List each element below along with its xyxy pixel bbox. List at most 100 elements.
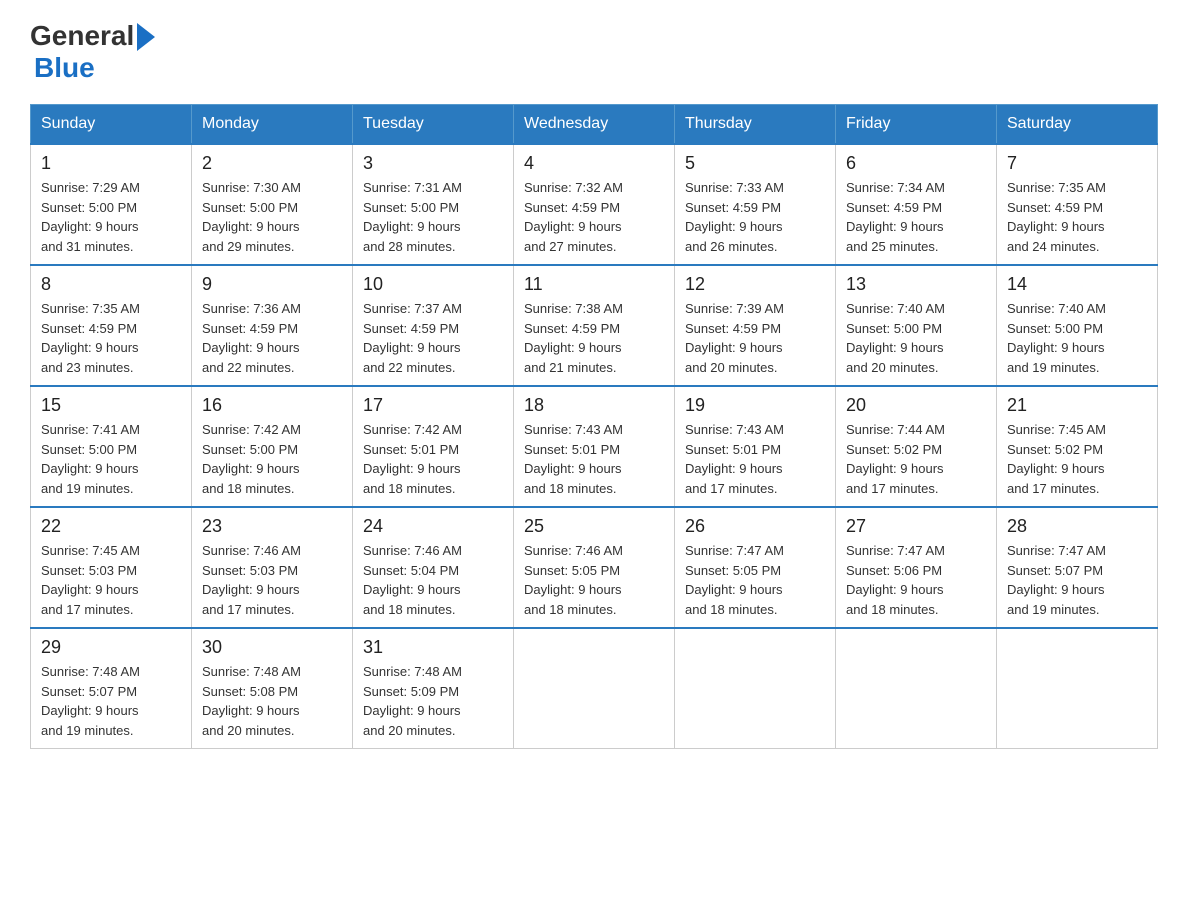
logo-general-text: General (30, 20, 134, 52)
calendar-cell: 15 Sunrise: 7:41 AMSunset: 5:00 PMDayligh… (31, 386, 192, 507)
day-number: 23 (202, 516, 342, 537)
day-number: 29 (41, 637, 181, 658)
calendar-cell (997, 628, 1158, 749)
day-info: Sunrise: 7:42 AMSunset: 5:01 PMDaylight:… (363, 420, 503, 498)
calendar-cell: 2 Sunrise: 7:30 AMSunset: 5:00 PMDaylight… (192, 144, 353, 265)
day-number: 5 (685, 153, 825, 174)
calendar-week-row: 29 Sunrise: 7:48 AMSunset: 5:07 PMDayligh… (31, 628, 1158, 749)
calendar-cell: 29 Sunrise: 7:48 AMSunset: 5:07 PMDayligh… (31, 628, 192, 749)
day-number: 31 (363, 637, 503, 658)
day-info: Sunrise: 7:48 AMSunset: 5:08 PMDaylight:… (202, 662, 342, 740)
day-info: Sunrise: 7:33 AMSunset: 4:59 PMDaylight:… (685, 178, 825, 256)
calendar-cell: 7Sunrise: 7:35 AMSunset: 4:59 PMDaylight… (997, 144, 1158, 265)
day-info: Sunrise: 7:47 AMSunset: 5:06 PMDaylight:… (846, 541, 986, 619)
day-number: 24 (363, 516, 503, 537)
day-info: Sunrise: 7:43 AMSunset: 5:01 PMDaylight:… (524, 420, 664, 498)
calendar-cell: 31 Sunrise: 7:48 AMSunset: 5:09 PMDayligh… (353, 628, 514, 749)
day-number: 26 (685, 516, 825, 537)
day-info: Sunrise: 7:47 AMSunset: 5:05 PMDaylight:… (685, 541, 825, 619)
calendar-cell: 4 Sunrise: 7:32 AMSunset: 4:59 PMDaylight… (514, 144, 675, 265)
calendar-cell: 27 Sunrise: 7:47 AMSunset: 5:06 PMDayligh… (836, 507, 997, 628)
day-number: 22 (41, 516, 181, 537)
day-number: 25 (524, 516, 664, 537)
calendar-cell (675, 628, 836, 749)
day-number: 9 (202, 274, 342, 295)
calendar-cell: 21 Sunrise: 7:45 AMSunset: 5:02 PMDayligh… (997, 386, 1158, 507)
calendar-cell: 13 Sunrise: 7:40 AMSunset: 5:00 PMDayligh… (836, 265, 997, 386)
calendar-cell: 22 Sunrise: 7:45 AMSunset: 5:03 PMDayligh… (31, 507, 192, 628)
day-info: Sunrise: 7:38 AMSunset: 4:59 PMDaylight:… (524, 299, 664, 377)
day-number: 17 (363, 395, 503, 416)
calendar-cell: 19Sunrise: 7:43 AMSunset: 5:01 PMDayligh… (675, 386, 836, 507)
day-number: 7 (1007, 153, 1147, 174)
calendar-cell: 5 Sunrise: 7:33 AMSunset: 4:59 PMDaylight… (675, 144, 836, 265)
day-number: 15 (41, 395, 181, 416)
logo-arrow-icon (137, 23, 155, 51)
day-number: 16 (202, 395, 342, 416)
day-number: 13 (846, 274, 986, 295)
column-header-sunday: Sunday (31, 105, 192, 145)
day-info: Sunrise: 7:35 AMSunset: 4:59 PMDaylight:… (41, 299, 181, 377)
calendar-week-row: 22 Sunrise: 7:45 AMSunset: 5:03 PMDayligh… (31, 507, 1158, 628)
column-header-saturday: Saturday (997, 105, 1158, 145)
calendar-cell: 20 Sunrise: 7:44 AMSunset: 5:02 PMDayligh… (836, 386, 997, 507)
calendar-cell: 25 Sunrise: 7:46 AMSunset: 5:05 PMDayligh… (514, 507, 675, 628)
day-info: Sunrise: 7:44 AMSunset: 5:02 PMDaylight:… (846, 420, 986, 498)
day-info: Sunrise: 7:39 AMSunset: 4:59 PMDaylight:… (685, 299, 825, 377)
day-info: Sunrise: 7:34 AMSunset: 4:59 PMDaylight:… (846, 178, 986, 256)
day-info: Sunrise: 7:41 AMSunset: 5:00 PMDaylight:… (41, 420, 181, 498)
calendar-cell: 28 Sunrise: 7:47 AMSunset: 5:07 PMDayligh… (997, 507, 1158, 628)
column-header-friday: Friday (836, 105, 997, 145)
column-header-monday: Monday (192, 105, 353, 145)
calendar-cell: 8 Sunrise: 7:35 AMSunset: 4:59 PMDaylight… (31, 265, 192, 386)
column-header-tuesday: Tuesday (353, 105, 514, 145)
calendar-week-row: 1Sunrise: 7:29 AMSunset: 5:00 PMDaylight… (31, 144, 1158, 265)
calendar-cell: 30Sunrise: 7:48 AMSunset: 5:08 PMDayligh… (192, 628, 353, 749)
calendar-cell: 23Sunrise: 7:46 AMSunset: 5:03 PMDayligh… (192, 507, 353, 628)
calendar-cell: 17 Sunrise: 7:42 AMSunset: 5:01 PMDayligh… (353, 386, 514, 507)
page-header: General Blue (30, 20, 1158, 84)
logo-blue-text: Blue (34, 52, 95, 83)
calendar-cell: 16Sunrise: 7:42 AMSunset: 5:00 PMDayligh… (192, 386, 353, 507)
calendar-cell (514, 628, 675, 749)
day-info: Sunrise: 7:40 AMSunset: 5:00 PMDaylight:… (846, 299, 986, 377)
day-number: 19 (685, 395, 825, 416)
day-number: 4 (524, 153, 664, 174)
day-number: 20 (846, 395, 986, 416)
calendar-cell: 14 Sunrise: 7:40 AMSunset: 5:00 PMDayligh… (997, 265, 1158, 386)
calendar-cell: 9Sunrise: 7:36 AMSunset: 4:59 PMDaylight… (192, 265, 353, 386)
calendar-header-row: SundayMondayTuesdayWednesdayThursdayFrid… (31, 105, 1158, 145)
day-info: Sunrise: 7:46 AMSunset: 5:04 PMDaylight:… (363, 541, 503, 619)
day-info: Sunrise: 7:29 AMSunset: 5:00 PMDaylight:… (41, 178, 181, 256)
day-info: Sunrise: 7:30 AMSunset: 5:00 PMDaylight:… (202, 178, 342, 256)
day-number: 21 (1007, 395, 1147, 416)
day-info: Sunrise: 7:31 AMSunset: 5:00 PMDaylight:… (363, 178, 503, 256)
calendar-cell: 18Sunrise: 7:43 AMSunset: 5:01 PMDayligh… (514, 386, 675, 507)
calendar-cell: 24 Sunrise: 7:46 AMSunset: 5:04 PMDayligh… (353, 507, 514, 628)
day-info: Sunrise: 7:45 AMSunset: 5:02 PMDaylight:… (1007, 420, 1147, 498)
calendar-cell: 1Sunrise: 7:29 AMSunset: 5:00 PMDaylight… (31, 144, 192, 265)
day-number: 2 (202, 153, 342, 174)
day-number: 12 (685, 274, 825, 295)
day-info: Sunrise: 7:40 AMSunset: 5:00 PMDaylight:… (1007, 299, 1147, 377)
day-info: Sunrise: 7:45 AMSunset: 5:03 PMDaylight:… (41, 541, 181, 619)
day-number: 28 (1007, 516, 1147, 537)
day-info: Sunrise: 7:37 AMSunset: 4:59 PMDaylight:… (363, 299, 503, 377)
calendar-cell: 6Sunrise: 7:34 AMSunset: 4:59 PMDaylight… (836, 144, 997, 265)
day-number: 8 (41, 274, 181, 295)
day-info: Sunrise: 7:32 AMSunset: 4:59 PMDaylight:… (524, 178, 664, 256)
day-number: 10 (363, 274, 503, 295)
day-info: Sunrise: 7:46 AMSunset: 5:05 PMDaylight:… (524, 541, 664, 619)
column-header-thursday: Thursday (675, 105, 836, 145)
calendar-cell: 26 Sunrise: 7:47 AMSunset: 5:05 PMDayligh… (675, 507, 836, 628)
calendar-cell: 10 Sunrise: 7:37 AMSunset: 4:59 PMDayligh… (353, 265, 514, 386)
day-info: Sunrise: 7:48 AMSunset: 5:09 PMDaylight:… (363, 662, 503, 740)
day-info: Sunrise: 7:47 AMSunset: 5:07 PMDaylight:… (1007, 541, 1147, 619)
day-number: 14 (1007, 274, 1147, 295)
day-number: 11 (524, 274, 664, 295)
day-info: Sunrise: 7:48 AMSunset: 5:07 PMDaylight:… (41, 662, 181, 740)
calendar-cell (836, 628, 997, 749)
day-number: 27 (846, 516, 986, 537)
column-header-wednesday: Wednesday (514, 105, 675, 145)
calendar-week-row: 8 Sunrise: 7:35 AMSunset: 4:59 PMDaylight… (31, 265, 1158, 386)
